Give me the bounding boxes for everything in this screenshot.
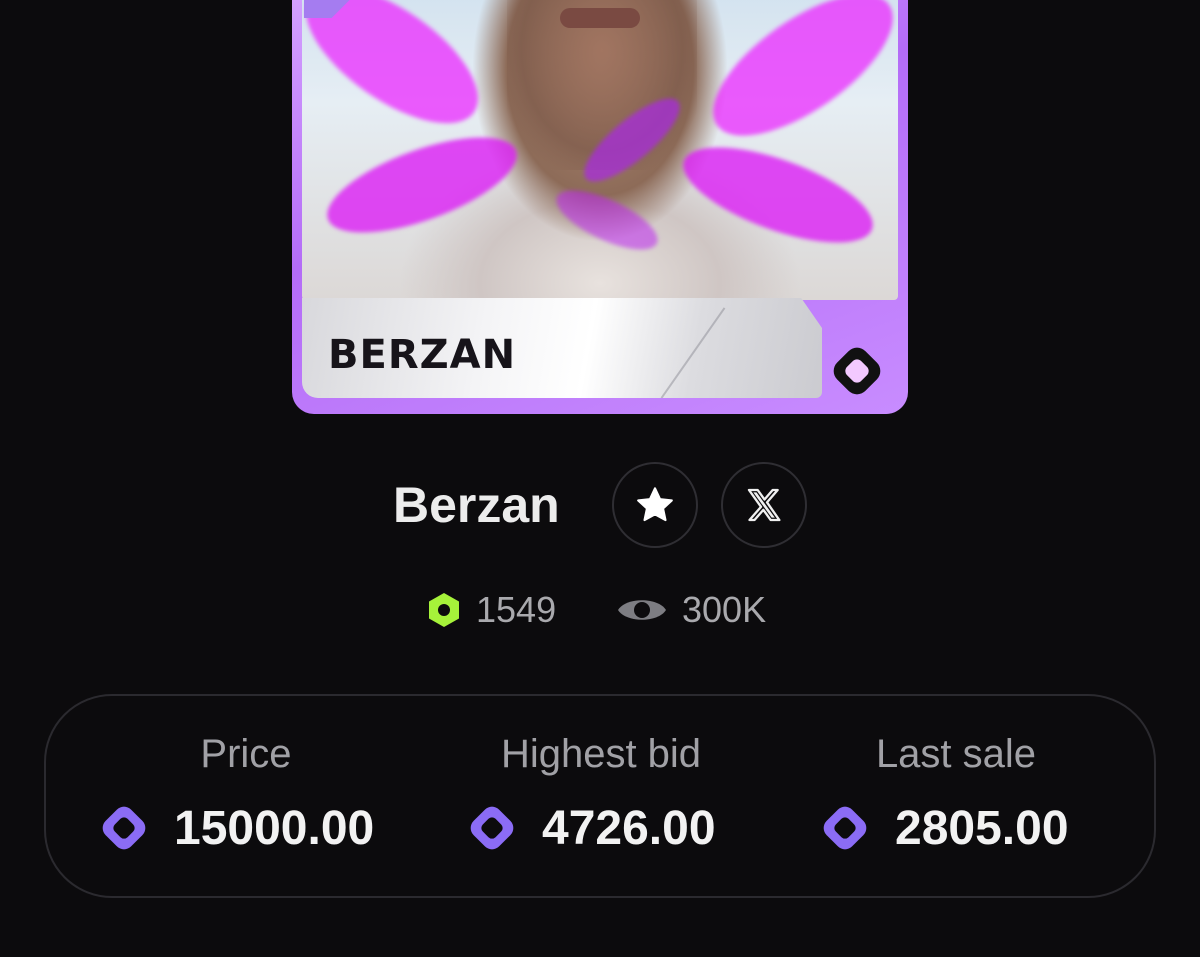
x-logo-icon [747, 488, 781, 522]
price-summary-panel: Price 15000.00 Highest bid 4726.00 Last … [44, 694, 1156, 898]
purple-flame [316, 117, 528, 253]
last-sale-value: 2805.00 [895, 801, 1069, 855]
last-sale-column: Last sale 2805.00 [811, 696, 1101, 900]
highest-bid-column: Highest bid 4726.00 [456, 696, 746, 900]
views-value: 300K [682, 589, 767, 630]
rounded-diamond-icon [102, 806, 146, 850]
player-header: Berzan [0, 462, 1200, 552]
star-icon [637, 487, 673, 522]
last-sale-value-row: 2805.00 [817, 800, 1069, 856]
highest-bid-label: Highest bid [500, 732, 702, 776]
player-portrait [302, 0, 898, 300]
player-card-page: ★ BERZAN Berzan [0, 0, 1200, 957]
price-value-row: 15000.00 [96, 800, 374, 856]
rounded-diamond-icon [470, 806, 514, 850]
eye-icon [618, 600, 666, 620]
hexagon-icon [429, 593, 459, 627]
views-stat: 300K [616, 588, 766, 632]
highest-bid-value-row: 4726.00 [464, 800, 716, 856]
price-column: Price 15000.00 [96, 696, 396, 900]
score-stat: 1549 [426, 588, 556, 632]
favorite-button[interactable] [612, 462, 698, 548]
card-rarity-badge-icon [828, 342, 886, 400]
rounded-diamond-icon [823, 806, 867, 850]
last-sale-label: Last sale [875, 732, 1037, 776]
price-value: 15000.00 [174, 801, 375, 855]
purple-flame [672, 127, 884, 263]
card-nameplate: BERZAN [302, 298, 822, 398]
player-card[interactable]: ★ BERZAN [292, 0, 908, 414]
player-name: Berzan [393, 477, 560, 533]
card-nameplate-text: BERZAN [328, 332, 517, 378]
purple-flame [548, 178, 666, 262]
highest-bid-value: 4726.00 [542, 801, 716, 855]
price-label: Price [200, 732, 292, 776]
x-profile-button[interactable] [721, 462, 807, 548]
purple-flame [302, 0, 500, 150]
score-value: 1549 [476, 589, 557, 630]
mouth-shape [560, 8, 640, 28]
purple-flame [691, 0, 898, 163]
